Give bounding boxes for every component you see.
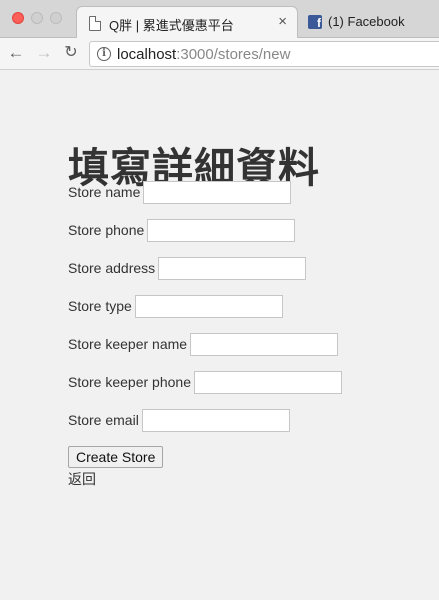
store-keeper-name-input[interactable] bbox=[190, 332, 339, 356]
url-path: :3000/stores/new bbox=[176, 46, 291, 63]
window-close-button[interactable] bbox=[12, 12, 24, 24]
page-icon bbox=[89, 16, 101, 31]
store-keeper-phone-input[interactable] bbox=[193, 370, 342, 394]
store-phone-label: Store phone bbox=[68, 222, 145, 238]
tab-title: (1) Facebook bbox=[328, 14, 405, 29]
store-address-row: Store address bbox=[68, 256, 307, 280]
store-phone-input[interactable] bbox=[147, 218, 296, 242]
create-store-button[interactable]: Create Store bbox=[68, 446, 164, 468]
store-type-row: Store type bbox=[68, 294, 283, 318]
store-name-row: Store name bbox=[68, 180, 292, 204]
store-address-label: Store address bbox=[68, 260, 156, 276]
store-keeper-phone-label: Store keeper phone bbox=[68, 374, 191, 390]
reload-icon[interactable]: ↻ bbox=[61, 43, 81, 63]
store-email-row: Store email bbox=[68, 408, 290, 432]
back-arrow-icon[interactable]: ← bbox=[6, 43, 26, 63]
store-address-input[interactable] bbox=[158, 256, 307, 280]
facebook-icon: f bbox=[308, 15, 322, 29]
address-bar[interactable]: i localhost:3000/stores/new bbox=[89, 41, 439, 67]
store-type-label: Store type bbox=[68, 298, 132, 314]
tab-title: Q胖 | 累進式優惠平台 bbox=[109, 18, 234, 33]
browser-tab-strip: Q胖 | 累進式優惠平台 × f (1) Facebook bbox=[0, 0, 439, 39]
tab-close-icon[interactable]: × bbox=[278, 13, 287, 30]
store-keeper-name-label: Store keeper name bbox=[68, 336, 188, 352]
store-keeper-phone-row: Store keeper phone bbox=[68, 370, 342, 394]
info-icon[interactable]: i bbox=[97, 47, 111, 61]
url-host: localhost bbox=[117, 46, 177, 63]
window-zoom-button[interactable] bbox=[50, 12, 62, 24]
tab-active[interactable]: Q胖 | 累進式優惠平台 × bbox=[76, 6, 298, 39]
store-name-label: Store name bbox=[68, 184, 141, 200]
url-text: localhost:3000/stores/new bbox=[117, 46, 290, 63]
store-email-input[interactable] bbox=[141, 408, 290, 432]
store-email-label: Store email bbox=[68, 412, 139, 428]
tab-facebook[interactable]: f (1) Facebook bbox=[300, 8, 439, 38]
forward-arrow-icon[interactable]: → bbox=[34, 43, 54, 63]
window-minimize-button[interactable] bbox=[31, 12, 43, 24]
store-phone-row: Store phone bbox=[68, 218, 296, 242]
store-type-input[interactable] bbox=[134, 294, 283, 318]
browser-toolbar: ← → ↻ i localhost:3000/stores/new bbox=[0, 38, 439, 70]
page-content: 填寫詳細資料 Store name Store phone Store addr… bbox=[0, 71, 439, 600]
store-keeper-name-row: Store keeper name bbox=[68, 332, 339, 356]
back-link[interactable]: 返回 bbox=[68, 469, 96, 489]
store-name-input[interactable] bbox=[143, 180, 292, 204]
